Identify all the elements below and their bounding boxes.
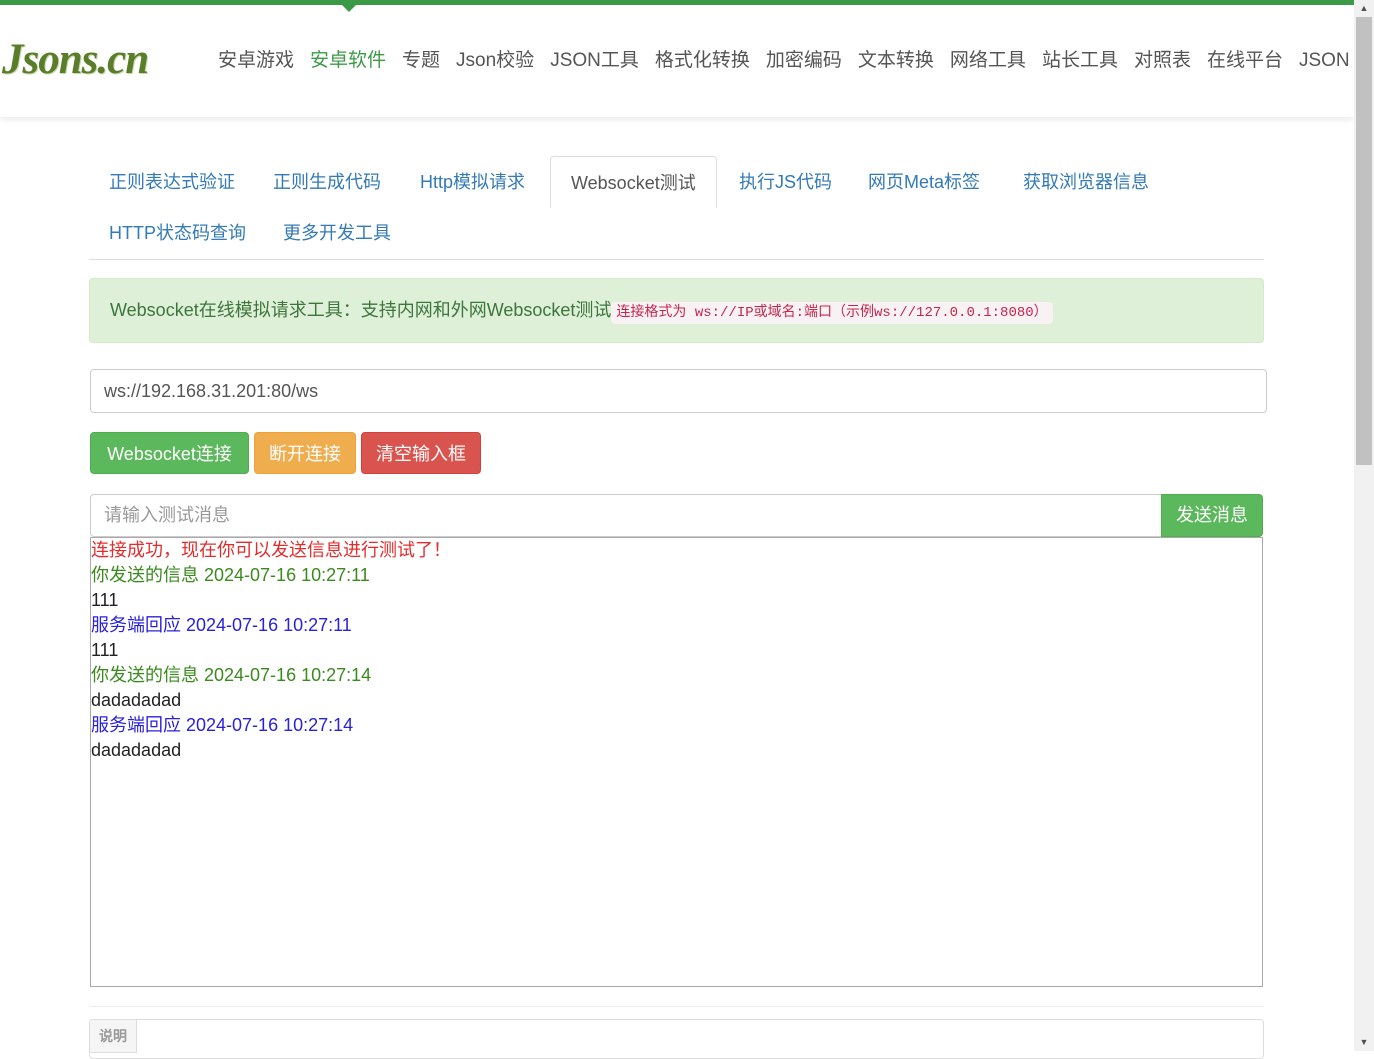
active-nav-caret xyxy=(342,5,356,12)
tab-run-js[interactable]: 执行JS代码 xyxy=(719,156,852,206)
site-header: Jsons.cn 安卓游戏 安卓软件 专题 Json校验 JSON工具 格式化转换 加密编码… xyxy=(0,5,1354,117)
nav-item-topics[interactable]: 专题 xyxy=(394,45,448,77)
nav-item-online-platform[interactable]: 在线平台 xyxy=(1199,45,1291,77)
nav-item-encrypt-encode[interactable]: 加密编码 xyxy=(758,45,850,77)
nav-item-json-tools[interactable]: JSON工具 xyxy=(542,45,647,77)
message-log[interactable]: 连接成功，现在你可以发送信息进行测试了！ 你发送的信息 2024-07-16 1… xyxy=(90,537,1263,987)
tab-websocket-test[interactable]: Websocket测试 xyxy=(550,156,717,208)
log-message-body: 111 xyxy=(91,590,119,610)
connect-button[interactable]: Websocket连接 xyxy=(90,432,249,474)
log-reply-header: 服务端回应 2024-07-16 10:27:11 xyxy=(91,615,352,635)
log-message-body: dadadadad xyxy=(91,690,182,710)
tab-regex-codegen[interactable]: 正则生成代码 xyxy=(253,156,401,206)
tool-tabs: 正则表达式验证 正则生成代码 Http模拟请求 Websocket测试 执行JS… xyxy=(89,156,1264,260)
clear-input-button[interactable]: 清空输入框 xyxy=(361,432,481,474)
nav-item-reference-tables[interactable]: 对照表 xyxy=(1126,45,1199,77)
main-nav: 安卓游戏 安卓软件 专题 Json校验 JSON工具 格式化转换 加密编码 文本转换 网络工具站… xyxy=(210,45,1354,77)
log-reply-header: 服务端回应 2024-07-16 10:27:14 xyxy=(91,715,354,735)
tab-regex-validate[interactable]: 正则表达式验证 xyxy=(89,156,255,206)
log-message-body: 111 xyxy=(91,640,119,660)
send-message-button[interactable]: 发送消息 xyxy=(1161,494,1263,537)
test-message-input[interactable] xyxy=(90,494,1162,537)
nav-item-format-convert[interactable]: 格式化转换 xyxy=(647,45,758,77)
tab-more-dev-tools[interactable]: 更多开发工具 xyxy=(263,207,411,257)
site-logo[interactable]: Jsons.cn xyxy=(2,35,149,84)
disconnect-button[interactable]: 断开连接 xyxy=(254,432,356,474)
websocket-url-input[interactable] xyxy=(90,369,1267,413)
alert-text: Websocket在线模拟请求工具：支持内网和外网Websocket测试 xyxy=(110,300,612,320)
nav-item-webmaster-tools[interactable]: 站长工具 xyxy=(1034,45,1126,77)
log-message-body: dadadadad xyxy=(91,740,182,760)
nav-item-json-validate[interactable]: Json校验 xyxy=(448,45,542,77)
nav-item-android-games[interactable]: 安卓游戏 xyxy=(210,45,302,77)
nav-item-json[interactable]: JSON xyxy=(1291,45,1354,77)
description-label: 说明 xyxy=(90,1020,137,1053)
info-alert: Websocket在线模拟请求工具：支持内网和外网Websocket测试 连接格式… xyxy=(89,278,1264,343)
scrollbar-thumb[interactable] xyxy=(1356,17,1372,465)
tab-browser-info[interactable]: 获取浏览器信息 xyxy=(1003,156,1169,206)
log-sent-header: 你发送的信息 2024-07-16 10:27:11 xyxy=(91,565,370,585)
description-panel: 说明 xyxy=(89,1019,1264,1059)
nav-item-android-software[interactable]: 安卓软件 xyxy=(302,45,394,77)
log-status-line: 连接成功，现在你可以发送信息进行测试了！ xyxy=(91,540,451,560)
log-sent-header: 你发送的信息 2024-07-16 10:27:14 xyxy=(91,665,372,685)
tab-http-request[interactable]: Http模拟请求 xyxy=(400,156,545,206)
section-divider xyxy=(89,1006,1264,1007)
page-scrollbar[interactable]: ▲ ▼ xyxy=(1354,0,1374,1051)
scroll-up-arrow-icon[interactable]: ▲ xyxy=(1354,0,1374,17)
nav-item-text-convert[interactable]: 文本转换 xyxy=(850,45,942,77)
tab-meta-tags[interactable]: 网页Meta标签 xyxy=(848,156,1000,206)
scroll-down-arrow-icon[interactable]: ▼ xyxy=(1354,1034,1374,1051)
tab-http-status[interactable]: HTTP状态码查询 xyxy=(89,207,266,257)
nav-item-network-tools[interactable]: 网络工具 xyxy=(942,45,1034,77)
alert-format-hint: 连接格式为 ws://IP或域名:端口（示例ws://127.0.0.1:808… xyxy=(611,302,1053,324)
